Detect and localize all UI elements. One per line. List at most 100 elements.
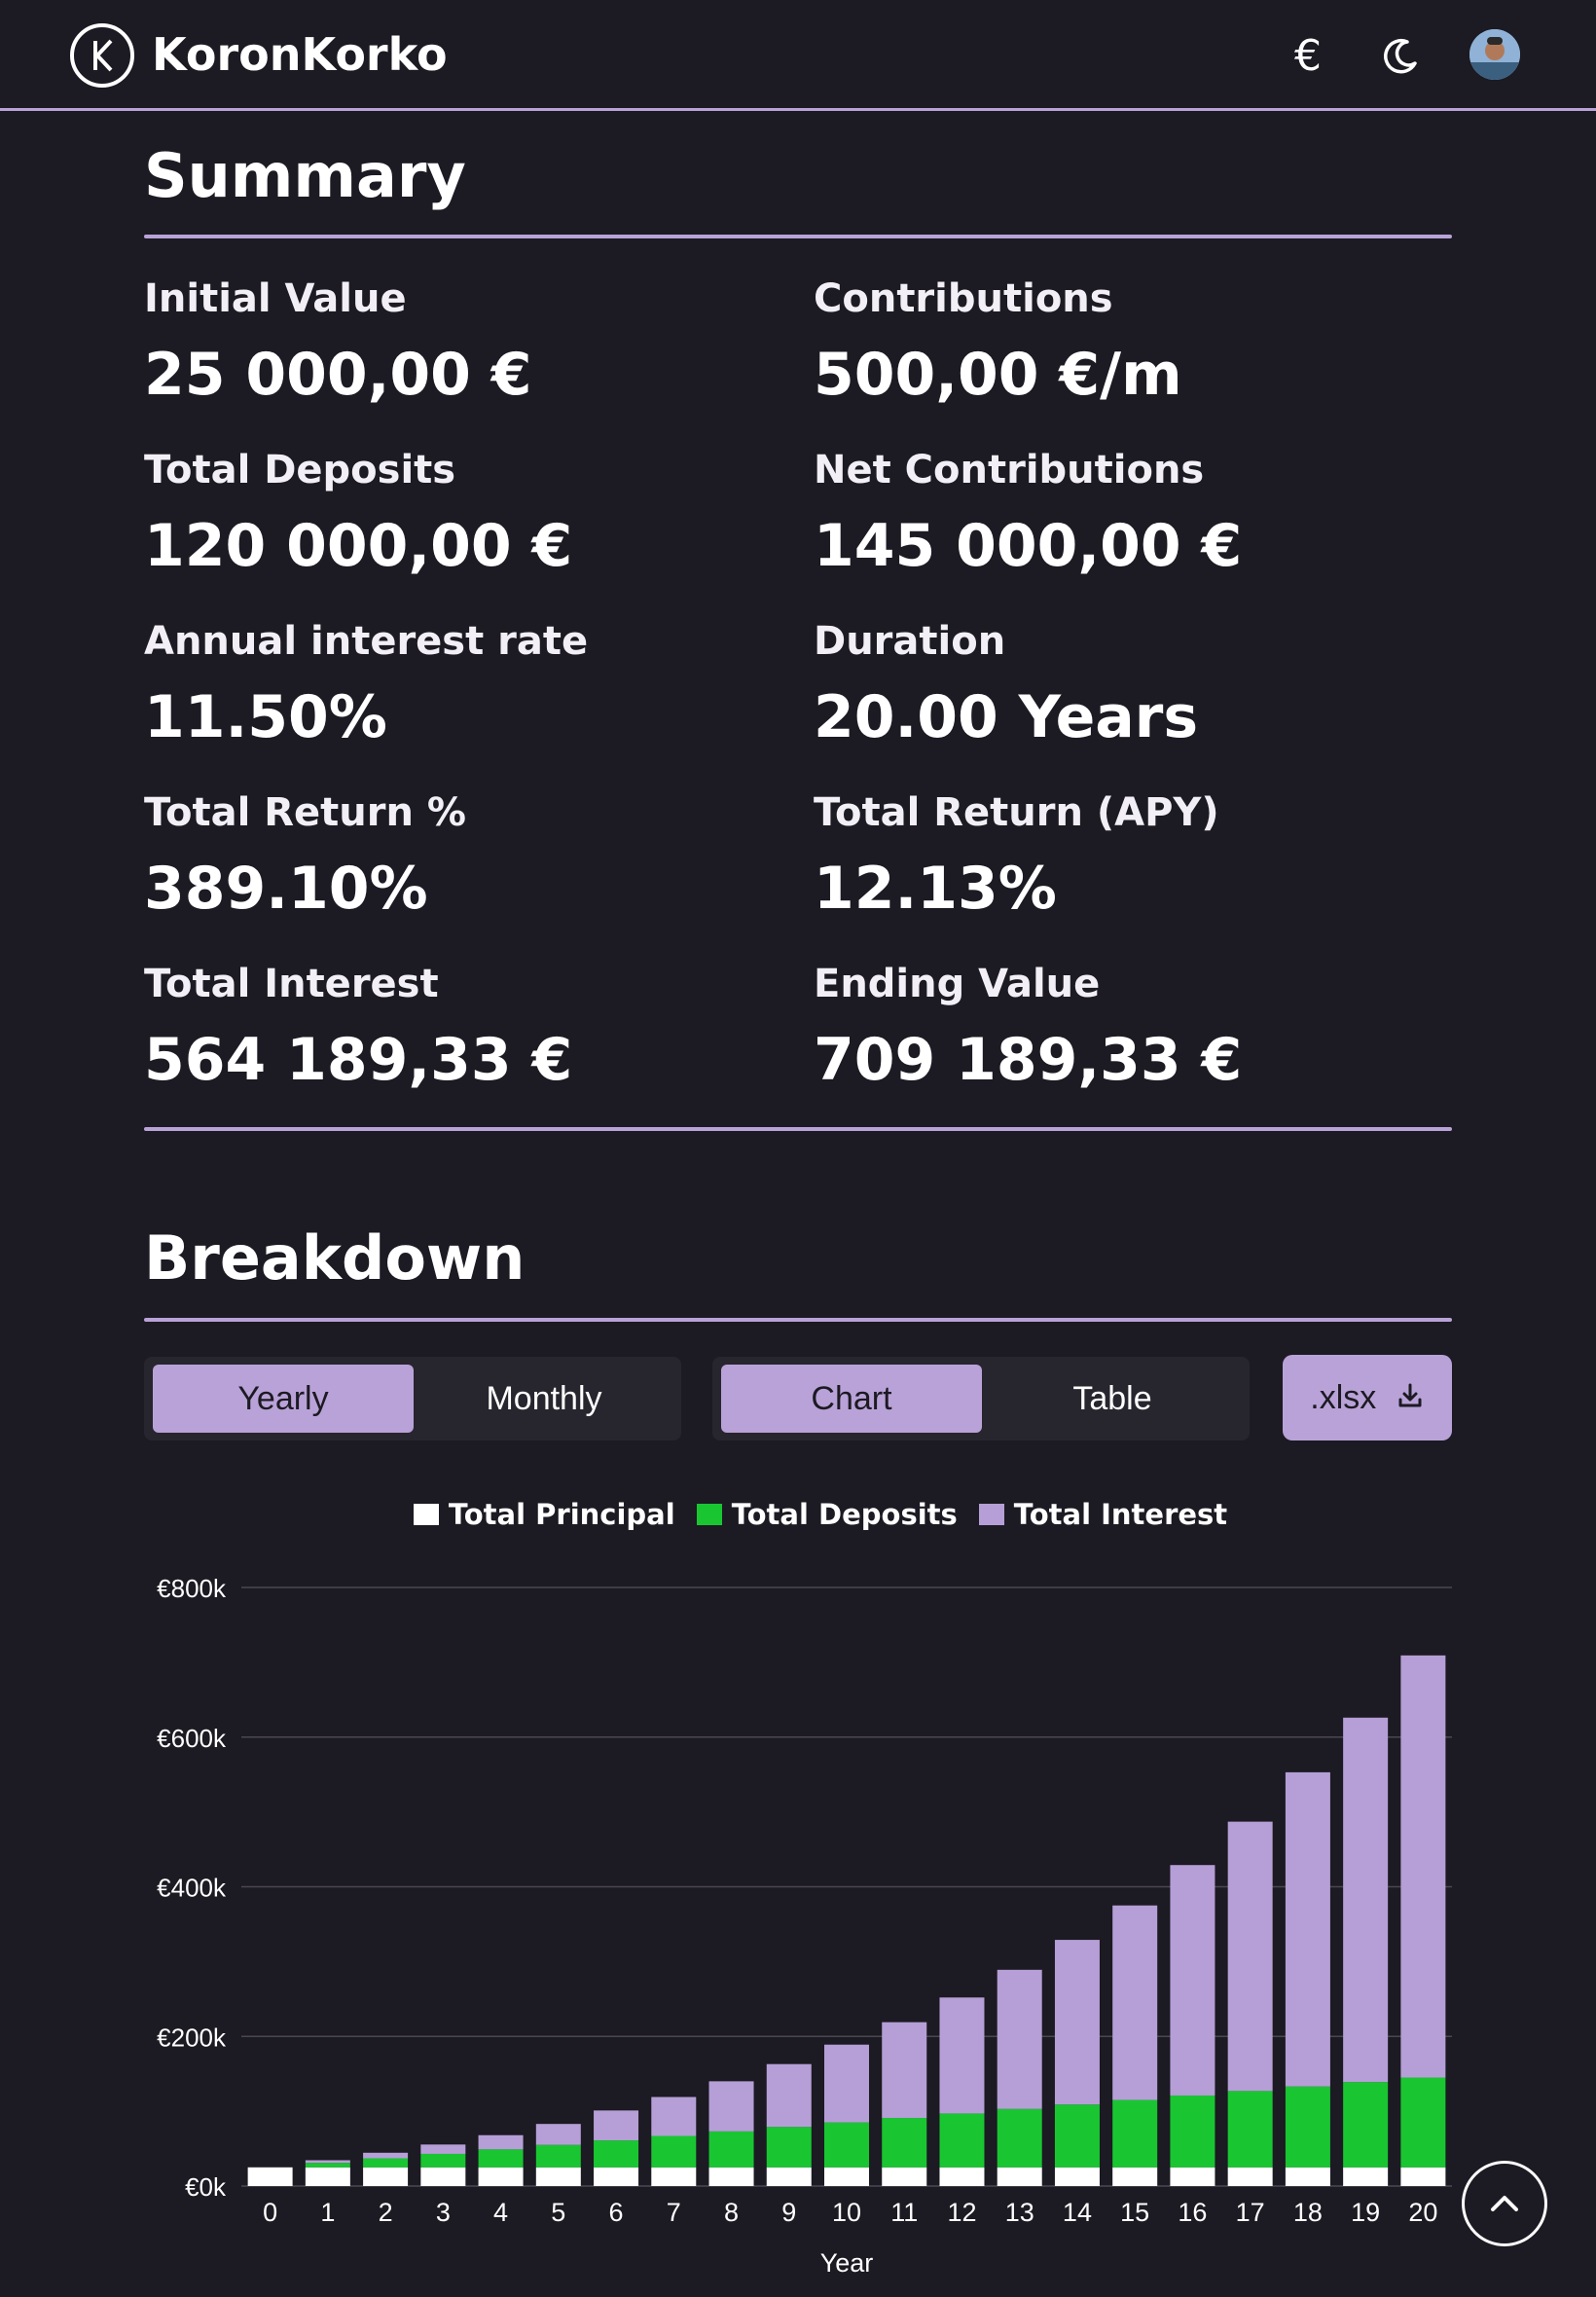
x-tick-label: 16 [1178,2198,1207,2227]
bar-segment [708,2081,754,2132]
breakdown-chart: €0k€200k€400k€600k€800k0 1 2 3 4 5 6 7 8 9 10 11 12 1… [157,1574,1452,2278]
total-deposits-value: 120 000,00 € [144,512,573,580]
brand-name[interactable]: KoronKorko [152,27,448,82]
bar-segment [420,2144,466,2154]
duration-value: 20.00 Years [814,683,1199,751]
net-contributions-label: Net Contributions [814,448,1205,492]
bar-segment [1170,2167,1215,2186]
bar-segment [1112,1905,1158,2100]
bar-segment [939,2113,985,2168]
bar-segment [1054,2104,1100,2168]
bar-segment [824,2122,869,2168]
bar-segment [535,2144,581,2168]
x-tick-label: 8 [724,2198,739,2227]
bar-segment [824,2044,869,2123]
bar-segment [1112,2099,1158,2168]
x-tick-label: 1 [320,2198,335,2227]
table-button[interactable]: Table [982,1365,1243,1433]
bar-segment [882,2118,927,2168]
legend-item-interest[interactable]: Total Interest [978,1498,1228,1531]
bar-segment [708,2167,754,2186]
bar-segment [1170,2095,1215,2168]
initial-value: 25 000,00 € [144,341,532,409]
monthly-button[interactable]: Monthly [414,1365,674,1433]
ending-value-label: Ending Value [814,962,1101,1006]
total-return-value: 389.10% [144,855,428,923]
bar-segment [1343,1717,1389,2083]
bar-segment [882,2167,927,2186]
euro-icon[interactable]: € [1282,29,1334,82]
bar-segment [1285,2167,1330,2186]
bar-segment [997,1969,1042,2109]
bar-segment [1227,2167,1273,2186]
chart-legend: Total Principal Total Deposits Total Int… [0,1493,1596,1536]
bar-segment [651,2096,697,2136]
view-toggle: Chart Table [712,1357,1250,1440]
yearly-button[interactable]: Yearly [153,1365,414,1433]
x-tick-label: 13 [1005,2198,1034,2227]
bar-segment [478,2149,524,2168]
net-contributions-value: 145 000,00 € [814,512,1243,580]
bar-segment [478,2134,524,2150]
total-deposits-label: Total Deposits [144,448,456,492]
bar-segment [247,2167,293,2186]
bar-segment [1112,2167,1158,2186]
contributions-value: 500,00 €/m [814,341,1182,409]
export-xlsx-button[interactable]: .xlsx [1283,1355,1452,1440]
x-tick-label: 9 [781,2198,796,2227]
principal-swatch [413,1504,439,1525]
bar-segment [1054,2167,1100,2186]
x-axis-label: Year [820,2248,874,2278]
download-icon [1396,1357,1425,1442]
summary-bottom-divider [144,1127,1452,1131]
bar-segment [1343,2082,1389,2168]
bar-segment [363,2152,409,2159]
bar-segment [997,2167,1042,2186]
legend-label-principal: Total Principal [448,1498,675,1531]
x-tick-label: 3 [436,2198,451,2227]
bar-segment [1400,1655,1446,2078]
legend-label-interest: Total Interest [1013,1498,1228,1531]
x-tick-label: 5 [551,2198,565,2227]
bar-segment [420,2153,466,2168]
bar-segment [363,2167,409,2186]
scroll-to-top-button[interactable] [1462,2161,1547,2246]
bar-segment [766,2063,812,2128]
breakdown-divider [144,1318,1452,1322]
bar-segment [766,2127,812,2168]
interest-swatch [978,1504,1004,1525]
y-tick-label: €800k [157,1574,227,1603]
moon-icon[interactable] [1375,29,1428,82]
x-tick-label: 14 [1063,2198,1092,2227]
legend-item-deposits[interactable]: Total Deposits [696,1498,958,1531]
bar-segment [1227,2091,1273,2168]
x-tick-label: 19 [1351,2198,1380,2227]
bar-segment [1227,1821,1273,2092]
y-tick-label: €400k [157,1874,227,1903]
avatar[interactable] [1469,29,1520,80]
bar-segment [363,2158,409,2168]
x-tick-label: 2 [379,2198,393,2227]
logo-icon[interactable] [70,23,134,88]
y-tick-label: €600k [157,1724,227,1753]
period-toggle: Yearly Monthly [144,1357,681,1440]
bar-segment [594,2140,639,2168]
bar-segment [1285,2086,1330,2168]
chart-button[interactable]: Chart [721,1365,982,1433]
bar-segment [651,2167,697,2186]
x-tick-label: 6 [609,2198,624,2227]
bar-segment [305,2160,350,2164]
x-tick-label: 4 [493,2198,508,2227]
bar-segment [651,2135,697,2168]
apy-label: Total Return (APY) [814,790,1219,835]
interest-rate-value: 11.50% [144,683,387,751]
deposits-swatch [696,1504,722,1525]
x-tick-label: 18 [1293,2198,1323,2227]
bar-segment [1054,1940,1100,2105]
x-tick-label: 0 [263,2198,277,2227]
x-tick-label: 15 [1120,2198,1149,2227]
legend-item-principal[interactable]: Total Principal [413,1498,675,1531]
interest-rate-label: Annual interest rate [144,619,589,664]
bar-segment [766,2167,812,2186]
bar-segment [882,2022,927,2119]
